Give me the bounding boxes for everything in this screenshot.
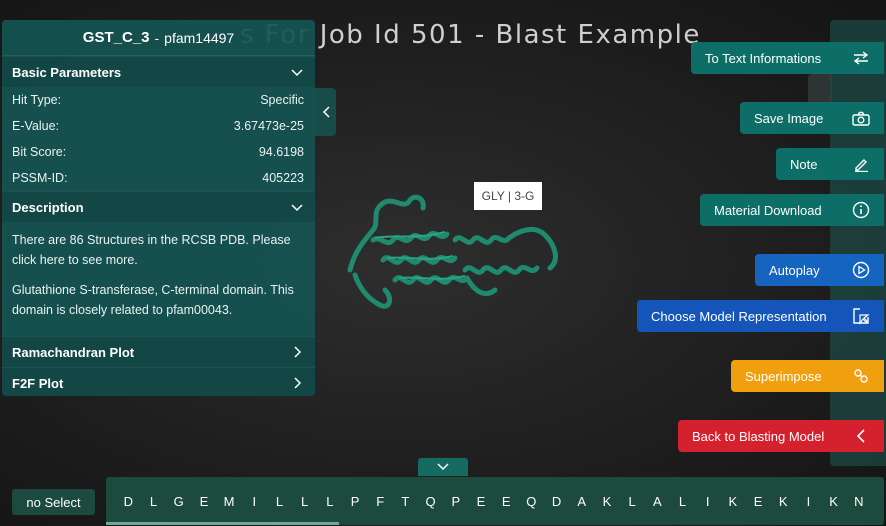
hit-info-panel: GST_C_3 - pfam14497 Basic Parameters Hit… [2,20,315,396]
sequence-residue[interactable]: P [443,494,468,509]
f2f-plot-header[interactable]: F2F Plot [2,367,315,396]
no-select-button[interactable]: no Select [12,489,95,515]
button-label: Back to Blasting Model [692,428,825,444]
sequence-residue[interactable]: L [318,494,343,509]
swap-arrows-icon [838,51,884,65]
param-row-bit-score: Bit Score: 94.6198 [2,139,315,165]
sequence-residue[interactable]: E [192,494,217,509]
sequence-residue[interactable]: I [695,494,720,509]
sequence-residue[interactable]: F [368,494,393,509]
sequence-residue[interactable]: K [821,494,846,509]
button-label: Save Image [754,110,824,126]
sequence-residue[interactable]: N [846,494,871,509]
param-row-hit-type: Hit Type: Specific [2,87,315,113]
sequence-residue[interactable]: D [116,494,141,509]
title-separator: - [154,29,160,46]
param-label: PSSM-ID: [12,171,68,185]
sequence-residue[interactable]: K [771,494,796,509]
superimpose-button[interactable]: Superimpose [731,360,884,392]
select-arrow-icon [838,307,884,325]
param-value: 405223 [262,171,304,185]
param-label: Hit Type: [12,93,62,107]
basic-parameters-header[interactable]: Basic Parameters [2,56,315,87]
camera-icon [838,111,884,126]
sequence-residue[interactable]: T [393,494,418,509]
sequence-residue[interactable]: A [645,494,670,509]
description-body: There are 86 Structures in the RCSB PDB.… [2,222,315,336]
section-label: Description [12,199,84,215]
param-value: 3.67473e-25 [233,119,304,133]
button-label: To Text Informations [705,50,822,66]
pencil-icon [838,156,884,172]
expand-sequence-button[interactable] [418,458,468,476]
action-rail [830,20,886,466]
sequence-residue[interactable]: I [796,494,821,509]
chevron-right-icon [294,346,302,358]
back-to-blasting-model-button[interactable]: Back to Blasting Model [678,420,884,452]
sequence-residue[interactable]: A [569,494,594,509]
sequence-residue[interactable]: E [469,494,494,509]
sequence-residue[interactable]: E [494,494,519,509]
sequence-residue[interactable]: L [620,494,645,509]
button-label: Choose Model Representation [651,308,827,324]
sequence-bar: DLGEMILLLPFTQPEEQDAKLALIKEKIKN [106,477,884,525]
chevron-left-icon [322,106,330,118]
sequence-residue[interactable]: I [242,494,267,509]
chevron-down-icon [291,69,303,77]
superimpose-icon [838,367,884,385]
section-label: Basic Parameters [12,64,122,80]
sequence-residue[interactable]: D [544,494,569,509]
material-download-button[interactable]: Material Download [700,194,884,226]
collapse-panel-button[interactable] [315,88,336,136]
param-value: 94.6198 [258,145,304,159]
choose-model-representation-button[interactable]: Choose Model Representation [637,300,884,332]
autoplay-button[interactable]: Autoplay [755,254,884,286]
sequence-residue[interactable]: Q [418,494,443,509]
sequence-residue[interactable]: L [292,494,317,509]
sequence-residue[interactable]: K [721,494,746,509]
description-text: Glutathione S-transferase, C-terminal do… [12,283,294,317]
hit-name: GST_C_3 [82,29,150,46]
text-informations-button[interactable]: To Text Informations [691,42,884,74]
hit-accession: pfam14497 [164,29,235,46]
param-row-e-value: E-Value: 3.67473e-25 [2,113,315,139]
sequence-scroll-indicator[interactable] [106,522,339,525]
play-circle-icon [838,261,884,279]
sequence-residue[interactable]: K [595,494,620,509]
button-label: Note [790,156,818,172]
chevron-right-icon [294,377,302,389]
ramachandran-plot-header[interactable]: Ramachandran Plot [2,336,315,367]
button-label: Autoplay [769,262,820,278]
chevron-down-icon [437,463,449,471]
residue-tooltip: GLY | 3-G [474,182,542,210]
description-header[interactable]: Description [2,191,315,222]
param-label: E-Value: [12,119,60,133]
sequence-residue[interactable]: P [343,494,368,509]
sequence-residue[interactable]: L [670,494,695,509]
panel-title: GST_C_3 - pfam14497 [2,20,315,56]
param-label: Bit Score: [12,145,67,159]
param-value: Specific [260,93,304,107]
note-button[interactable]: Note [776,148,884,180]
description-rcsb-link[interactable]: There are 86 Structures in the RCSB PDB.… [12,230,305,270]
sequence-residue[interactable]: G [166,494,191,509]
chevron-left-icon [838,428,884,444]
info-icon [838,201,884,219]
sequence-residue[interactable]: E [746,494,771,509]
button-label: Material Download [714,202,822,218]
sequence-residue[interactable]: M [217,494,242,509]
sequence-residue[interactable]: L [141,494,166,509]
sequence-residue[interactable]: Q [519,494,544,509]
chevron-down-icon [291,204,303,212]
save-image-button[interactable]: Save Image [740,102,884,134]
sequence-residue[interactable]: L [267,494,292,509]
param-row-pssm-id: PSSM-ID: 405223 [2,165,315,191]
section-label: Ramachandran Plot [12,344,135,360]
button-label: Superimpose [745,368,822,384]
section-label: F2F Plot [12,375,64,391]
